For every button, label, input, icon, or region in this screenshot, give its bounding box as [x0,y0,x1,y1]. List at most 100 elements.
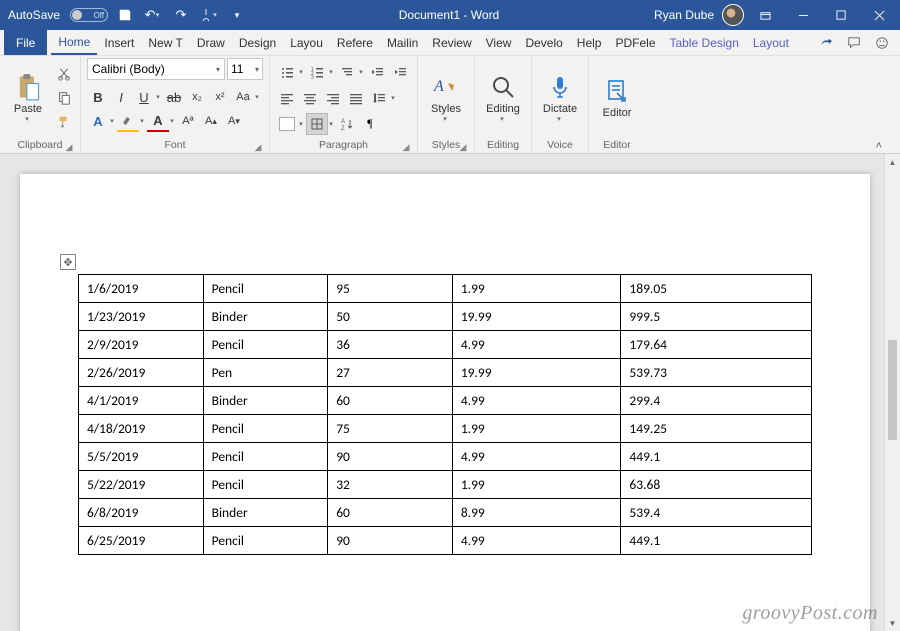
format-painter-icon[interactable] [54,112,74,132]
table-cell[interactable]: Pencil [203,415,328,443]
tab-design[interactable]: Design [232,30,283,55]
tab-insert[interactable]: Insert [97,30,141,55]
table-move-handle[interactable]: ✥ [60,254,76,270]
line-spacing-button[interactable] [368,87,390,109]
table-cell[interactable]: 449.1 [621,443,812,471]
multilevel-list-button[interactable] [336,61,358,83]
table-cell[interactable]: 60 [328,499,453,527]
table-cell[interactable]: 32 [328,471,453,499]
table-cell[interactable]: 8.99 [452,499,621,527]
table-cell[interactable]: 27 [328,359,453,387]
redo-icon[interactable]: ↷ [170,4,192,26]
sort-button[interactable]: AZ [336,113,358,135]
tab-home[interactable]: Home [51,30,97,55]
table-cell[interactable]: 4/18/2019 [79,415,204,443]
table-cell[interactable]: 4.99 [452,387,621,415]
table-cell[interactable]: 2/26/2019 [79,359,204,387]
align-right-button[interactable] [322,87,344,109]
paragraph-launcher-icon[interactable]: ◢ [401,142,411,152]
table-cell[interactable]: 4.99 [452,331,621,359]
table-row[interactable]: 1/23/2019Binder5019.99999.5 [79,303,812,331]
table-cell[interactable]: 1.99 [452,415,621,443]
table-cell[interactable]: Pencil [203,331,328,359]
table-cell[interactable]: 179.64 [621,331,812,359]
shrink-font-button[interactable]: A▾ [223,110,245,132]
shading-button[interactable] [276,113,298,135]
collapse-ribbon-icon[interactable]: ˄ [876,140,882,152]
subscript-button[interactable]: x₂ [186,86,208,108]
table-cell[interactable]: 4.99 [452,527,621,555]
table-cell[interactable]: Pencil [203,275,328,303]
tab-developer[interactable]: Develo [518,30,569,55]
bullets-button[interactable] [276,61,298,83]
save-icon[interactable] [114,4,136,26]
tab-file[interactable]: File [4,30,47,55]
align-center-button[interactable] [299,87,321,109]
table-cell[interactable]: 1.99 [452,471,621,499]
user-name[interactable]: Ryan Dube [650,8,718,22]
table-cell[interactable]: Binder [203,499,328,527]
tab-newtab[interactable]: New T [141,30,189,55]
tab-references[interactable]: Refere [330,30,380,55]
table-row[interactable]: 5/5/2019Pencil904.99449.1 [79,443,812,471]
close-button[interactable] [862,0,896,30]
table-cell[interactable]: 189.05 [621,275,812,303]
table-cell[interactable]: 4/1/2019 [79,387,204,415]
table-cell[interactable]: 36 [328,331,453,359]
user-avatar[interactable] [722,4,744,26]
tab-table-design[interactable]: Table Design [663,30,746,55]
ribbon-display-icon[interactable] [748,0,782,30]
styles-launcher-icon[interactable]: ◢ [458,142,468,152]
table-cell[interactable]: 1.99 [452,275,621,303]
char-shading-button[interactable]: Aª [177,110,199,132]
table-cell[interactable]: 75 [328,415,453,443]
paste-button[interactable]: Paste ▾ [6,60,50,136]
table-cell[interactable]: 1/6/2019 [79,275,204,303]
cut-icon[interactable] [54,64,74,84]
clipboard-launcher-icon[interactable]: ◢ [64,142,74,152]
superscript-button[interactable]: x² [209,86,231,108]
copy-icon[interactable] [54,88,74,108]
table-cell[interactable]: 149.25 [621,415,812,443]
undo-icon[interactable]: ↶▾ [142,4,164,26]
tab-mailings[interactable]: Mailin [380,30,425,55]
table-cell[interactable]: 4.99 [452,443,621,471]
minimize-button[interactable] [786,0,820,30]
table-row[interactable]: 2/26/2019Pen2719.99539.73 [79,359,812,387]
increase-indent-button[interactable] [389,61,411,83]
document-area[interactable]: ✥ 1/6/2019Pencil951.99189.051/23/2019Bin… [0,154,884,631]
table-row[interactable]: 4/18/2019Pencil751.99149.25 [79,415,812,443]
table-cell[interactable]: Pencil [203,527,328,555]
table-cell[interactable]: 2/9/2019 [79,331,204,359]
table-cell[interactable]: 6/25/2019 [79,527,204,555]
tab-pdfelement[interactable]: PDFele [608,30,662,55]
share-icon[interactable] [812,30,840,55]
table-cell[interactable]: 1/23/2019 [79,303,204,331]
maximize-button[interactable] [824,0,858,30]
table-cell[interactable]: 5/22/2019 [79,471,204,499]
show-marks-button[interactable]: ¶ [359,113,381,135]
editing-button[interactable]: Editing▾ [481,60,525,136]
scroll-down-icon[interactable]: ▼ [885,615,900,631]
numbering-button[interactable]: 123 [306,61,328,83]
table-cell[interactable]: 999.5 [621,303,812,331]
dictate-button[interactable]: Dictate▾ [538,60,582,136]
table-cell[interactable]: 6/8/2019 [79,499,204,527]
strikethrough-button[interactable]: ab [163,86,185,108]
justify-button[interactable] [345,87,367,109]
autosave-toggle[interactable]: Off [70,8,108,22]
borders-button[interactable] [306,113,328,135]
table-cell[interactable]: 5/5/2019 [79,443,204,471]
table-cell[interactable]: Binder [203,303,328,331]
table-cell[interactable]: 90 [328,527,453,555]
smiley-icon[interactable] [868,30,896,55]
table-cell[interactable]: Pencil [203,471,328,499]
tab-review[interactable]: Review [425,30,478,55]
table-cell[interactable]: 539.4 [621,499,812,527]
tab-layout[interactable]: Layou [283,30,330,55]
scroll-up-icon[interactable]: ▲ [885,154,900,170]
data-table[interactable]: 1/6/2019Pencil951.99189.051/23/2019Binde… [78,274,812,555]
tab-table-layout[interactable]: Layout [746,30,796,55]
table-cell[interactable]: 539.73 [621,359,812,387]
table-cell[interactable]: 90 [328,443,453,471]
